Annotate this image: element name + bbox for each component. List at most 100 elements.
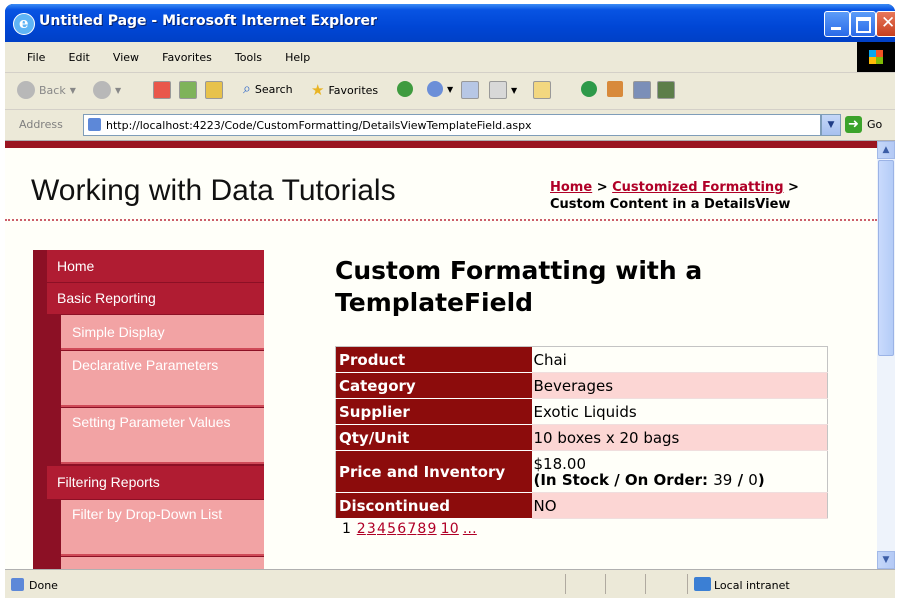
menu-edit[interactable]: Edit (69, 51, 90, 64)
stop-button[interactable] (153, 81, 171, 99)
field-value: $18.00 (In Stock / On Order: 39 / 0) (531, 450, 828, 493)
sidebar-item-filter-by-dropdown[interactable]: Filter by Drop-Down List (61, 500, 264, 556)
details-row-discontinued: Discontinued NO (335, 492, 828, 519)
pager-current-page: 1 (342, 521, 352, 537)
refresh-button[interactable] (179, 81, 197, 99)
browser-window: e Untitled Page - Microsoft Internet Exp… (5, 4, 895, 598)
internet-explorer-icon: e (13, 13, 35, 35)
field-label: Product (335, 346, 532, 373)
menu-bar: File Edit View Favorites Tools Help (5, 42, 895, 73)
go-arrow-icon[interactable]: ➜ (845, 116, 862, 133)
scroll-up-button[interactable]: ▲ (877, 141, 895, 159)
pager-link[interactable]: 4 (377, 521, 386, 537)
maximize-button[interactable] (850, 11, 876, 37)
history-button[interactable]: ▼ (427, 81, 453, 97)
window-icon (633, 81, 651, 99)
forward-button[interactable]: ▼ (93, 81, 121, 99)
edit-button[interactable] (533, 81, 551, 99)
status-bar: Done Local intranet (5, 569, 895, 598)
intranet-zone-icon (694, 577, 711, 591)
pager-link[interactable]: 6 (397, 521, 406, 537)
status-text: Done (29, 579, 58, 592)
page-icon (88, 118, 101, 131)
search-button[interactable]: ⌕ Search (243, 81, 293, 97)
units-on-order: 0 (748, 470, 758, 489)
sidebar-item-home[interactable]: Home (47, 250, 264, 282)
search-label: Search (254, 82, 293, 96)
field-label: Discontinued (335, 492, 532, 519)
menu-help[interactable]: Help (285, 51, 310, 64)
pager-link[interactable]: 3 (367, 521, 376, 537)
pager-link[interactable]: 9 (428, 521, 437, 537)
details-row-qty-unit: Qty/Unit 10 boxes x 20 bags (335, 424, 828, 451)
field-value: Chai (531, 346, 828, 373)
stock-slash: / (732, 470, 749, 489)
scrollbar-thumb[interactable] (878, 160, 894, 356)
home-button[interactable] (205, 81, 223, 99)
tool-button-1[interactable] (633, 81, 651, 99)
title-bar[interactable]: e Untitled Page - Microsoft Internet Exp… (5, 4, 895, 42)
forward-arrow-icon (93, 81, 111, 99)
sidebar-item-declarative-parameters[interactable]: Declarative Parameters (61, 351, 264, 407)
folder-icon (533, 81, 551, 99)
page-heading: Custom Formatting with a TemplateField (335, 255, 805, 319)
breadcrumb-section-link[interactable]: Customized Formatting (612, 180, 783, 195)
back-button[interactable]: Back ▼ (17, 81, 76, 99)
search-icon: ⌕ (243, 81, 251, 97)
pager-link-more[interactable]: ... (463, 521, 477, 537)
close-icon: ✕ (881, 13, 895, 33)
go-button[interactable]: Go (867, 118, 882, 131)
security-zone: Local intranet (714, 579, 790, 592)
sidebar-item-simple-display[interactable]: Simple Display (61, 315, 264, 350)
mail-button[interactable] (461, 81, 479, 99)
research-button[interactable] (607, 81, 623, 97)
chevron-down-icon: ▼ (69, 85, 76, 95)
research-icon (607, 81, 623, 97)
details-row-supplier: Supplier Exotic Liquids (335, 398, 828, 425)
pager-link[interactable]: 10 (441, 521, 459, 537)
print-button[interactable]: ▼ (489, 81, 517, 99)
menu-favorites[interactable]: Favorites (162, 51, 212, 64)
field-value: NO (531, 492, 828, 519)
field-label: Price and Inventory (335, 450, 532, 493)
pager-link[interactable]: 2 (357, 521, 366, 537)
units-in-stock: 39 (713, 470, 733, 489)
breadcrumb-home-link[interactable]: Home (550, 180, 592, 195)
pager: 1 23456789 10... (342, 521, 477, 537)
field-value: Beverages (531, 372, 828, 399)
details-row-price-inventory: Price and Inventory $18.00 (In Stock / O… (335, 450, 828, 493)
scroll-down-button[interactable]: ▼ (877, 551, 895, 569)
details-row-product: Product Chai (335, 346, 828, 373)
field-label: Supplier (335, 398, 532, 425)
messenger-button[interactable] (581, 81, 597, 97)
status-divider (645, 574, 646, 594)
pager-link[interactable]: 8 (417, 521, 426, 537)
pager-link[interactable]: 7 (407, 521, 416, 537)
menu-tools[interactable]: Tools (235, 51, 262, 64)
vertical-scrollbar[interactable]: ▲ ▼ (877, 141, 895, 569)
sidebar-item-basic-reporting[interactable]: Basic Reporting (47, 283, 264, 314)
address-dropdown-button[interactable]: ▼ (821, 114, 841, 136)
minimize-button[interactable] (824, 11, 850, 37)
mail-icon (461, 81, 479, 99)
sidebar-item-next[interactable] (61, 557, 264, 569)
sidebar-item-setting-parameter-values[interactable]: Setting Parameter Values (61, 408, 264, 464)
media-button[interactable] (397, 81, 413, 97)
tool-button-2[interactable] (657, 81, 675, 99)
status-divider (605, 574, 606, 594)
details-row-category: Category Beverages (335, 372, 828, 399)
field-value: 10 boxes x 20 bags (531, 424, 828, 451)
breadcrumb-separator: > (783, 180, 799, 195)
breadcrumb-separator: > (592, 180, 613, 195)
pager-link[interactable]: 5 (387, 521, 396, 537)
address-input[interactable]: http://localhost:4223/Code/CustomFormatt… (83, 114, 821, 136)
menu-view[interactable]: View (113, 51, 139, 64)
home-icon (205, 81, 223, 99)
windows-logo-icon (857, 42, 895, 72)
close-button[interactable]: ✕ (876, 11, 895, 37)
breadcrumb: Home > Customized Formatting > Custom Co… (550, 179, 799, 213)
sidebar-item-filtering-reports[interactable]: Filtering Reports (47, 466, 264, 499)
favorites-button[interactable]: ★ Favorites (311, 81, 378, 99)
address-bar: Address http://localhost:4223/Code/Custo… (5, 110, 895, 141)
menu-file[interactable]: File (27, 51, 45, 64)
